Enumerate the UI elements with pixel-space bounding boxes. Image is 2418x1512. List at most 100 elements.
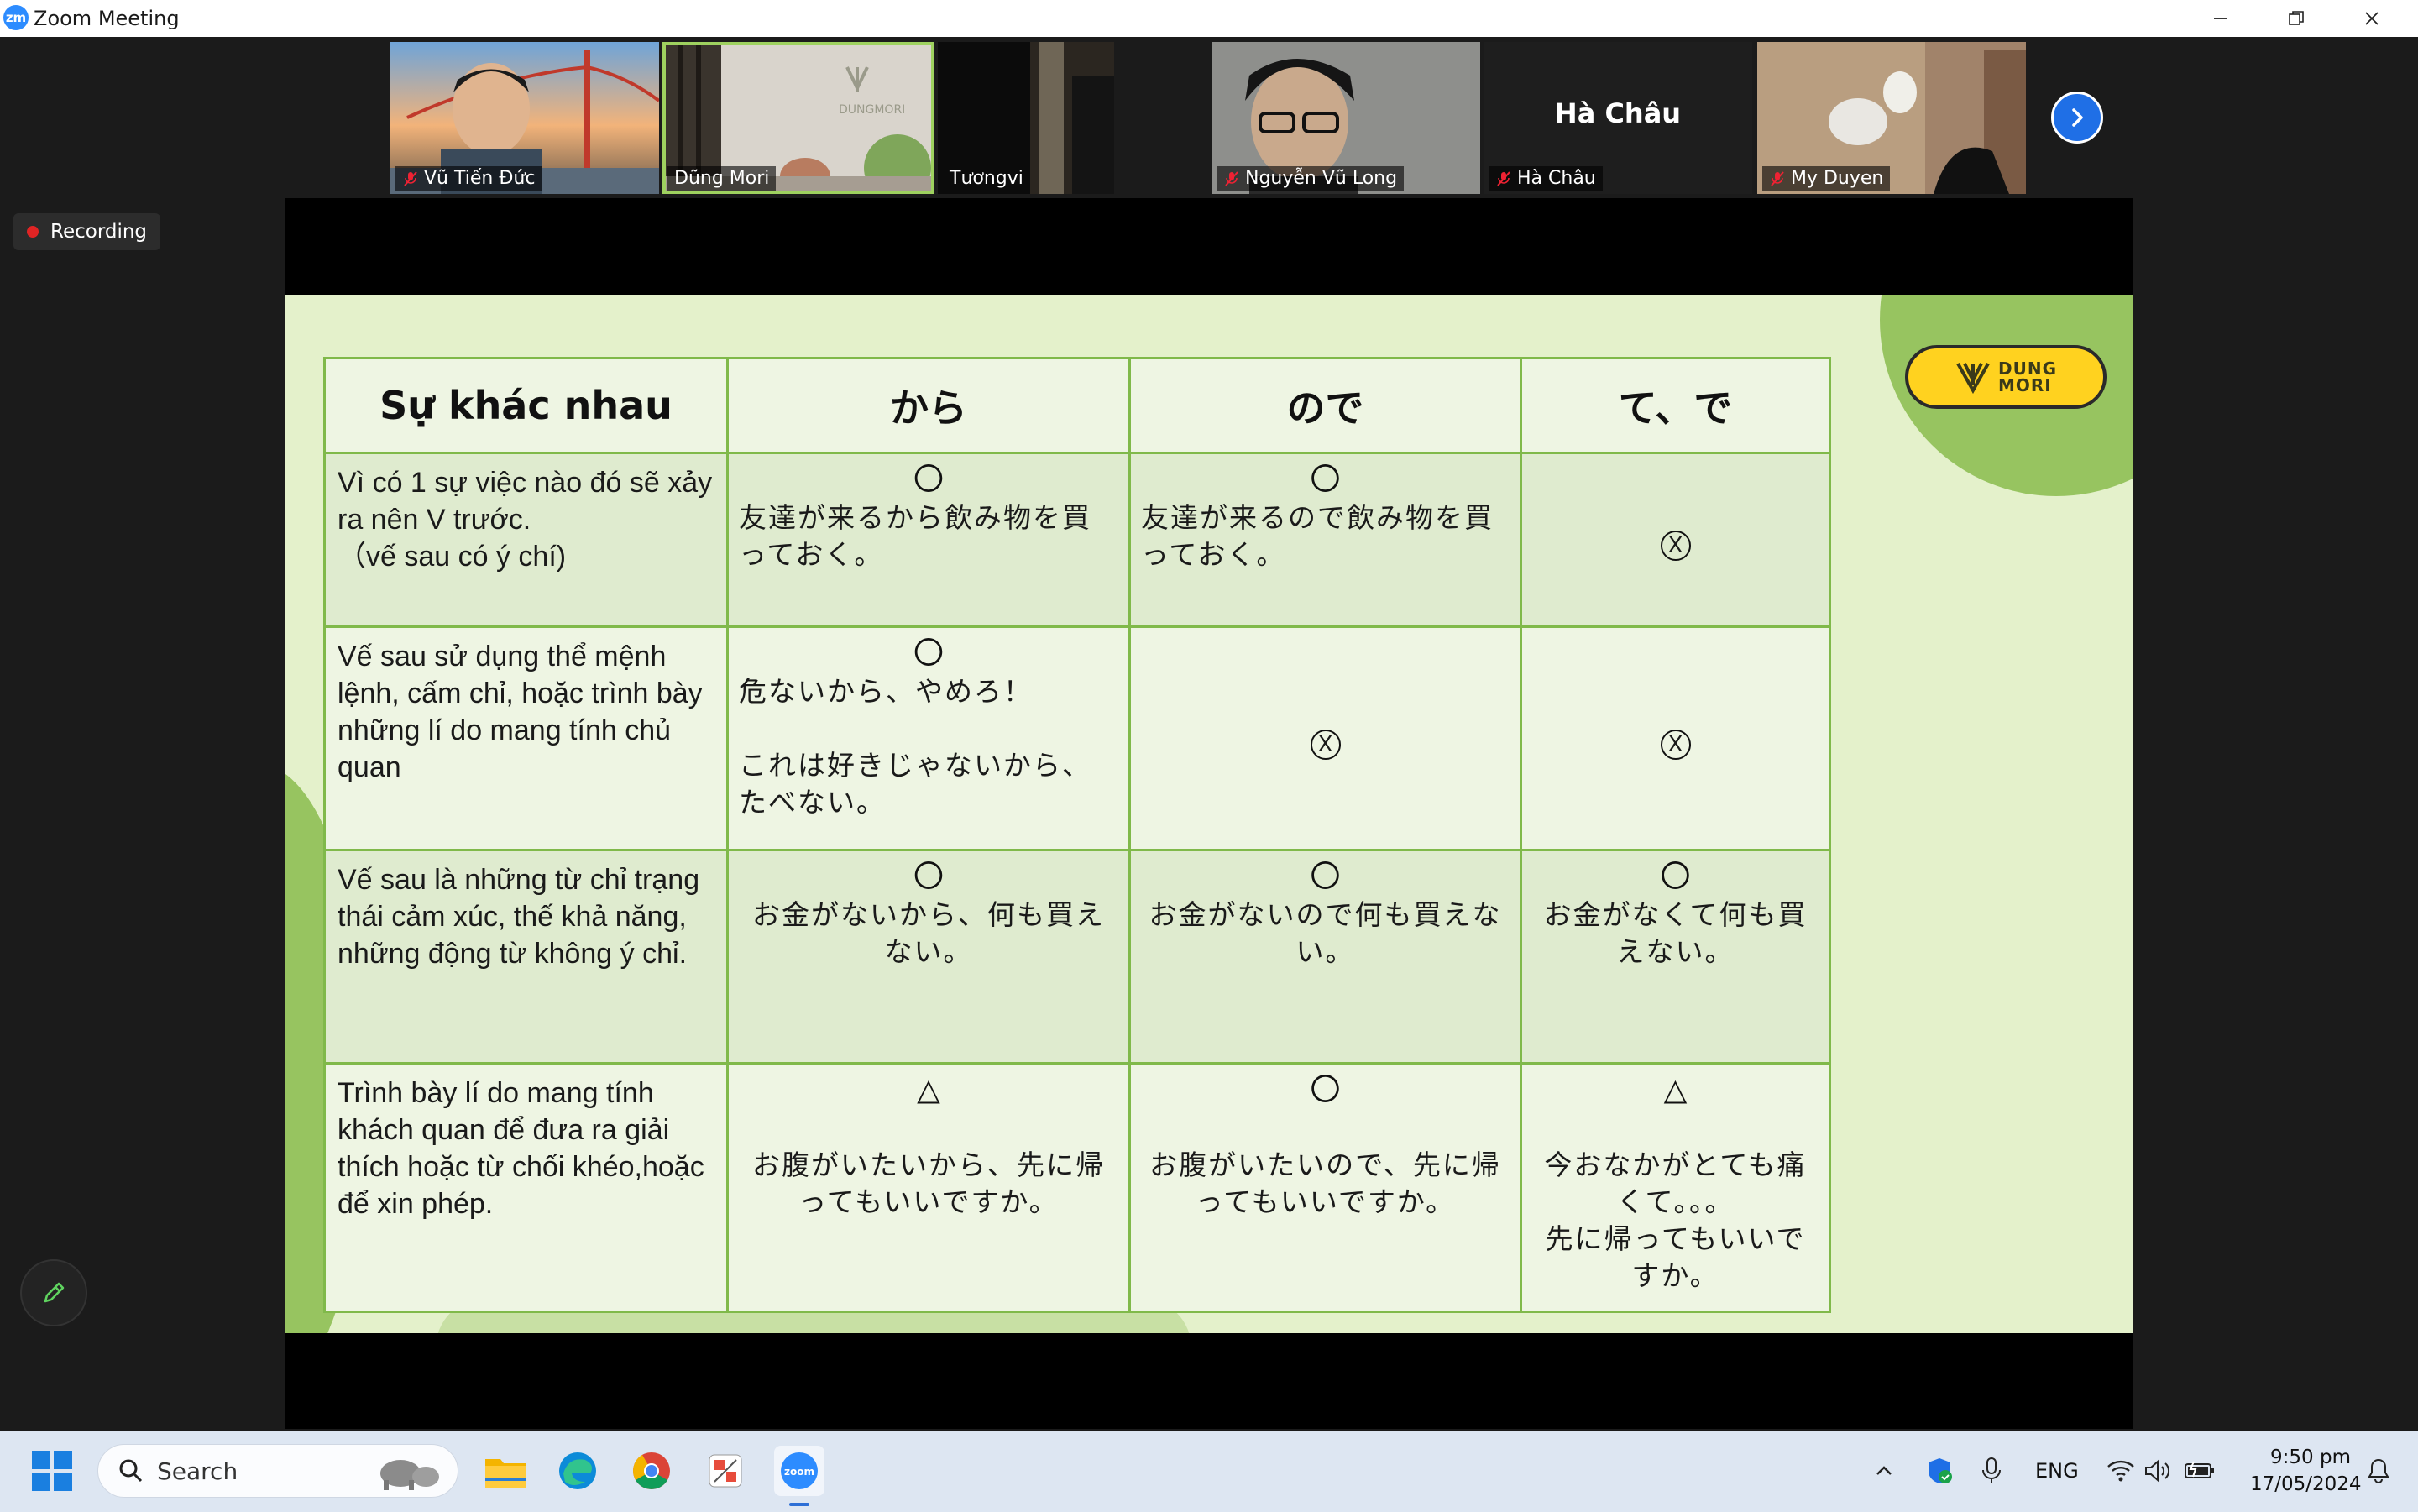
header-te-de: て、で <box>1520 357 1831 454</box>
participant-name-label: Vũ Tiến Đức <box>395 166 542 191</box>
search-placeholder: Search <box>157 1457 238 1485</box>
taskbar-clock[interactable]: 9:50 pm 17/05/2024 <box>2250 1444 2362 1498</box>
participant-tile[interactable]: Vũ Tiến Đức <box>390 42 659 194</box>
next-participants-button[interactable] <box>2051 92 2103 144</box>
participant-tile[interactable]: Tươngvi <box>938 42 1114 194</box>
node-cell: X <box>1128 625 1522 851</box>
te-cell: X <box>1520 625 1831 851</box>
node-cell: 〇 お腹がいたいので、先に帰ってもいいですか。 <box>1128 1062 1522 1313</box>
minimize-button[interactable] <box>2183 0 2258 37</box>
participant-name: Hà Châu <box>1517 168 1596 189</box>
header-kara: から <box>726 357 1131 454</box>
input-language[interactable]: ENG <box>2035 1459 2079 1483</box>
folder-icon <box>485 1459 526 1488</box>
participant-tile[interactable]: My Duyen <box>1757 42 2026 194</box>
judgement-symbol: △ <box>917 1073 940 1107</box>
notification-bell-icon <box>2368 1458 2389 1483</box>
shared-screen: DUNG MORI Sự khác nhau から ので て、で Vì có 1… <box>285 198 2133 1429</box>
kara-cell: 〇危ないから、やめろ！ これは好きじゃないから、たべない。 <box>726 625 1131 851</box>
judgement-symbol: 〇 <box>913 636 944 671</box>
tray-security[interactable] <box>1914 1446 1965 1496</box>
taskbar-edge[interactable] <box>552 1446 603 1496</box>
participant-name-label: My Duyen <box>1762 166 1891 191</box>
participant-name: Nguyễn Vũ Long <box>1245 168 1398 189</box>
example-sentence: 友達が来るから飲み物を買っておく。 <box>739 501 1091 571</box>
edge-browser-icon <box>559 1452 596 1489</box>
example-sentence: 危ないから、やめろ！ これは好きじゃないから、たべない。 <box>739 675 1091 819</box>
taskbar-snipping-tool[interactable] <box>700 1446 751 1496</box>
tray-overflow-button[interactable] <box>1859 1446 1909 1496</box>
tray-microphone[interactable] <box>1966 1446 2017 1496</box>
judgement-symbol: 〇 <box>1660 860 1691 894</box>
example-sentence: 友達が来るので飲み物を買っておく。 <box>1141 501 1494 571</box>
search-highlight-elephant-icon <box>380 1460 439 1490</box>
dungmori-leaf-icon <box>1956 363 1990 394</box>
kara-cell: 〇友達が来るから飲み物を買っておく。 <box>726 452 1131 628</box>
comparison-table: Sự khác nhau から ので て、で Vì có 1 sự việc n… <box>323 357 1831 1313</box>
judgement-symbol: △ <box>1663 1073 1688 1107</box>
restore-button[interactable] <box>2258 0 2334 37</box>
judgement-symbol: 〇 <box>913 860 944 894</box>
snipping-tool-icon <box>709 1454 742 1488</box>
restore-icon <box>2289 11 2304 25</box>
wifi-icon <box>2107 1460 2134 1482</box>
mic-muted-icon <box>404 170 417 186</box>
example-sentence: お金がないから、何も買えない。 <box>752 898 1105 968</box>
judgement-symbol: 〇 <box>1310 1073 1341 1107</box>
te-cell: △ 今おなかがとても痛くて。。。 先に帰ってもいいですか。 <box>1520 1062 1831 1313</box>
participant-name: My Duyen <box>1791 168 1884 189</box>
mic-muted-icon <box>1771 170 1784 186</box>
recording-dot-icon <box>27 226 39 238</box>
dungmori-logo: DUNG MORI <box>1905 345 2107 409</box>
logo-text-line2: MORI <box>1998 375 2052 395</box>
title-bar <box>0 0 2418 37</box>
logo-text-line1: DUNG <box>1998 358 2057 379</box>
participant-name-label: Hà Châu <box>1489 166 1603 191</box>
cross-circle-icon: X <box>1660 531 1691 561</box>
taskbar-zoom[interactable]: zoom <box>774 1446 824 1496</box>
start-button[interactable] <box>30 1449 74 1493</box>
participant-name: Tươngvi <box>950 168 1023 189</box>
taskbar-search[interactable]: Search <box>97 1444 458 1498</box>
example-sentence: お金がなくて何も買えない。 <box>1543 898 1808 968</box>
header-node: ので <box>1128 357 1522 454</box>
participant-tile-active-speaker[interactable]: DUNGMORI Dũng Mori <box>662 42 934 194</box>
chevron-right-icon <box>2072 108 2083 127</box>
search-icon <box>119 1459 143 1483</box>
windows-logo-icon <box>32 1451 72 1491</box>
shield-check-icon <box>1929 1458 1952 1483</box>
criterion-cell: Trình bày lí do mang tính khách quan để … <box>323 1062 729 1313</box>
header-criterion: Sự khác nhau <box>323 357 729 454</box>
chevron-up-icon <box>1876 1466 1892 1475</box>
node-cell: 〇お金がないので何も買えない。 <box>1128 849 1522 1065</box>
participant-tile[interactable]: Nguyễn Vũ Long <box>1212 42 1480 194</box>
cross-circle-icon: X <box>1660 729 1691 760</box>
recording-indicator[interactable]: Recording <box>13 213 161 250</box>
zoom-app-icon: zoom <box>781 1452 818 1489</box>
taskbar-file-explorer[interactable] <box>480 1446 531 1496</box>
example-sentence: 今おなかがとても痛くて。。。 先に帰ってもいいですか。 <box>1544 1148 1807 1292</box>
speaker-icon <box>2145 1459 2170 1483</box>
close-button[interactable] <box>2334 0 2410 37</box>
participant-name-label: Nguyễn Vũ Long <box>1217 166 1405 191</box>
table-row: Vế sau sử dụng thể mệnh lệnh, cấm chỉ, h… <box>323 625 1831 851</box>
microphone-icon <box>1982 1457 2001 1483</box>
tray-notifications[interactable] <box>2358 1446 2400 1496</box>
example-sentence: お腹がいたいので、先に帰ってもいいですか。 <box>1149 1148 1501 1218</box>
criterion-cell: Vế sau là những từ chỉ trạng thái cảm xú… <box>323 849 729 1065</box>
tray-battery[interactable] <box>2175 1446 2225 1496</box>
battery-charging-icon <box>2185 1461 2214 1478</box>
judgement-symbol: 〇 <box>1310 860 1341 894</box>
active-app-indicator <box>789 1503 809 1506</box>
judgement-symbol: 〇 <box>913 463 944 497</box>
participant-name-label: Tươngvi <box>943 166 1030 191</box>
participant-display-name: Hà Châu <box>1554 97 1682 129</box>
annotate-button[interactable] <box>20 1259 87 1326</box>
window-title: Zoom Meeting <box>34 7 180 30</box>
participant-tile[interactable]: Hà Châu Hà Châu <box>1484 42 1752 194</box>
taskbar-chrome[interactable] <box>626 1446 677 1496</box>
criterion-cell: Vế sau sử dụng thể mệnh lệnh, cấm chỉ, h… <box>323 625 729 851</box>
minimize-icon <box>2214 18 2227 19</box>
close-icon <box>2365 12 2379 25</box>
mic-muted-icon <box>1225 170 1238 186</box>
